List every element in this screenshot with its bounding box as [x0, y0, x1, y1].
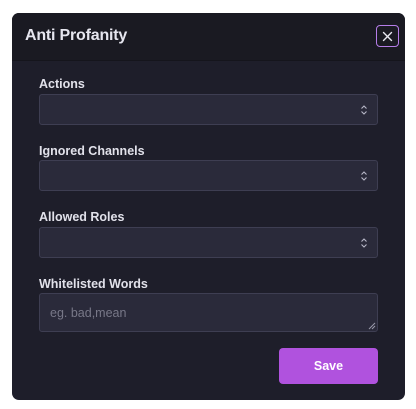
ignored-channels-select[interactable]	[39, 160, 378, 191]
save-button[interactable]: Save	[279, 348, 378, 384]
modal-title: Anti Profanity	[25, 27, 128, 44]
whitelisted-words-label: Whitelisted Words	[39, 277, 148, 291]
chevron-up-down-icon	[361, 171, 367, 181]
actions-select[interactable]	[39, 94, 378, 125]
close-button[interactable]	[376, 25, 399, 47]
whitelisted-words-input[interactable]	[39, 293, 378, 332]
resize-handle-icon[interactable]	[368, 322, 376, 330]
allowed-roles-select[interactable]	[39, 227, 378, 258]
anti-profanity-modal: Anti Profanity Actions Ignored Channels …	[12, 13, 405, 400]
chevron-up-down-icon	[361, 105, 367, 115]
ignored-channels-label: Ignored Channels	[39, 144, 145, 158]
close-icon	[382, 31, 393, 41]
actions-label: Actions	[39, 77, 85, 91]
chevron-up-down-icon	[361, 238, 367, 248]
modal-header: Anti Profanity	[12, 13, 405, 61]
allowed-roles-label: Allowed Roles	[39, 210, 125, 224]
